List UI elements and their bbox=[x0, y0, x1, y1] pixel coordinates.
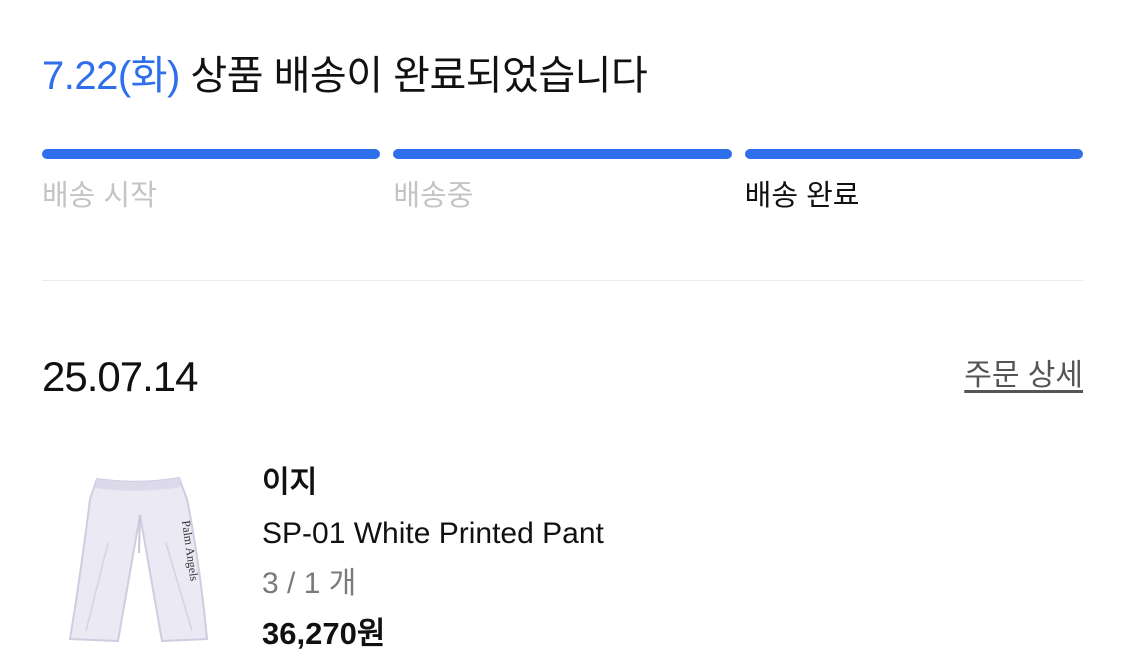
delivery-status-page: 7.22(화) 상품 배송이 완료되었습니다 배송 시작 배송중 배송 완료 2… bbox=[0, 0, 1125, 665]
step-bar bbox=[42, 149, 381, 159]
step-label: 배송 시작 bbox=[42, 180, 157, 212]
step-label: 배송중 bbox=[393, 180, 474, 212]
section-divider bbox=[42, 280, 1083, 281]
delivery-headline: 7.22(화) 상품 배송이 완료되었습니다 bbox=[42, 46, 648, 106]
product-name[interactable]: SP-01 White Printed Pant bbox=[262, 513, 604, 555]
step-bar bbox=[744, 149, 1083, 159]
step-delivered: 배송 완료 bbox=[744, 149, 1083, 216]
product-options: 3 / 1 개 bbox=[262, 567, 357, 600]
step-in-transit: 배송중 bbox=[393, 149, 732, 216]
product-info: 이지 SP-01 White Printed Pant 3 / 1 개 36,2… bbox=[262, 461, 604, 655]
step-label: 배송 완료 bbox=[744, 180, 860, 212]
step-bar bbox=[393, 149, 732, 159]
delivery-date: 7.22(화) bbox=[42, 54, 180, 98]
order-detail-link[interactable]: 주문 상세 bbox=[964, 355, 1083, 397]
delivery-progress: 배송 시작 배송중 배송 완료 bbox=[42, 149, 1083, 216]
product-price: 36,270원 bbox=[262, 616, 386, 651]
product-image[interactable]: Palm Angels bbox=[42, 455, 232, 665]
white-pants-image: Palm Angels bbox=[68, 476, 209, 643]
step-shipping-started: 배송 시작 bbox=[42, 149, 381, 216]
product-item[interactable]: Palm Angels 이지 SP-01 White Printed Pant … bbox=[42, 455, 1083, 665]
delivery-status-text: 상품 배송이 완료되었습니다 bbox=[190, 54, 648, 98]
order-date: 25.07.14 bbox=[42, 353, 198, 400]
product-brand: 이지 bbox=[262, 466, 318, 499]
